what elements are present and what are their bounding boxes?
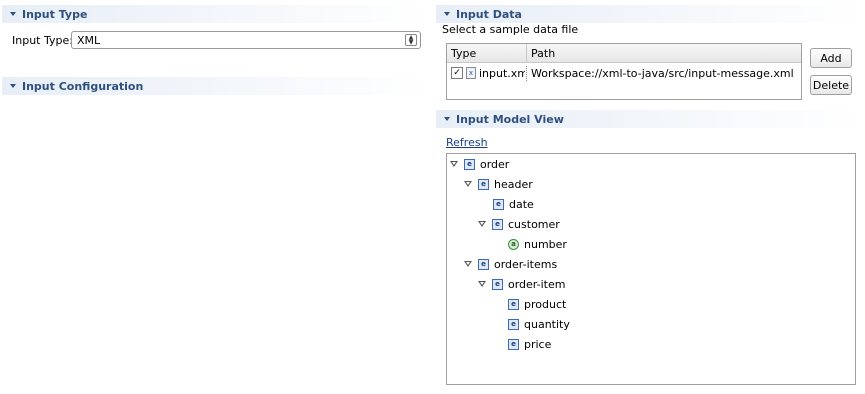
row-type-cell: input.xml [479, 67, 525, 80]
element-icon: e [492, 218, 503, 230]
input-type-label: Input Type: [12, 34, 73, 47]
element-icon: e [464, 158, 475, 170]
row-path-cell: Workspace://xml-to-java/src/input-messag… [531, 67, 794, 80]
xml-file-icon: x [466, 67, 476, 79]
table-row[interactable]: ✓ x input.xml Workspace://xml-to-java/sr… [447, 66, 801, 82]
input-configuration-title: Input Configuration [22, 79, 144, 93]
expand-toggle-icon[interactable] [450, 161, 458, 167]
collapse-twisty-icon[interactable] [10, 84, 16, 88]
input-data-header[interactable]: Input Data [436, 5, 864, 23]
tree-node-label: customer [508, 217, 560, 231]
tree-node-header[interactable]: e header [464, 176, 533, 192]
delete-button[interactable]: Delete [810, 75, 852, 95]
tree-node-number[interactable]: a number [508, 236, 567, 252]
tree-node-price[interactable]: e price [508, 336, 551, 352]
column-divider[interactable] [526, 44, 527, 62]
input-type-header[interactable]: Input Type [2, 5, 430, 23]
tree-node-quantity[interactable]: e quantity [508, 316, 570, 332]
element-icon: e [492, 278, 503, 290]
refresh-link[interactable]: Refresh [446, 136, 488, 149]
combo-arrows-icon: ▲ ▼ [405, 34, 417, 46]
column-header-path[interactable]: Path [531, 47, 555, 60]
element-icon: e [508, 298, 519, 310]
tree-node-label: product [524, 297, 567, 311]
tree-node-order[interactable]: e order [450, 156, 509, 172]
input-data-instruction: Select a sample data file [442, 23, 579, 36]
input-model-view-title: Input Model View [456, 112, 564, 126]
tree-node-label: order [480, 157, 510, 171]
input-configuration-header[interactable]: Input Configuration [2, 77, 430, 95]
table-header: Type Path [447, 44, 801, 63]
model-tree[interactable]: e order e header e date e customer a num… [446, 153, 856, 385]
input-type-select[interactable]: XML ▲ ▼ [71, 31, 421, 49]
tree-node-label: order-item [508, 277, 566, 291]
input-model-view-header[interactable]: Input Model View [436, 110, 864, 128]
element-icon: e [508, 318, 519, 330]
tree-node-label: header [494, 177, 533, 191]
sample-data-table[interactable]: Type Path ✓ x input.xml Workspace://xml-… [446, 43, 802, 100]
tree-node-label: date [509, 197, 534, 211]
tree-node-date[interactable]: e date [493, 196, 534, 212]
element-icon: e [478, 178, 489, 190]
input-type-value: XML [77, 33, 101, 47]
tree-node-customer[interactable]: e customer [478, 216, 560, 232]
expand-toggle-icon[interactable] [478, 221, 486, 227]
tree-node-label: price [524, 337, 552, 351]
cell-divider [526, 66, 528, 81]
expand-toggle-icon[interactable] [478, 281, 486, 287]
expand-toggle-icon[interactable] [464, 181, 472, 187]
tree-node-product[interactable]: e product [508, 296, 566, 312]
collapse-twisty-icon[interactable] [10, 12, 16, 16]
input-data-title: Input Data [456, 7, 522, 21]
expand-toggle-icon[interactable] [464, 261, 472, 267]
collapse-twisty-icon[interactable] [444, 12, 450, 16]
element-icon: e [493, 198, 504, 210]
tree-node-label: order-items [494, 257, 558, 271]
column-header-type[interactable]: Type [451, 47, 476, 60]
element-icon: e [478, 258, 489, 270]
input-type-title: Input Type [22, 7, 88, 21]
tree-node-label: quantity [524, 317, 570, 331]
tree-node-order-items[interactable]: e order-items [464, 256, 557, 272]
collapse-twisty-icon[interactable] [444, 117, 450, 121]
add-button[interactable]: Add [810, 48, 852, 68]
attribute-icon: a [508, 238, 519, 250]
row-checkbox[interactable]: ✓ [451, 67, 463, 79]
tree-node-label: number [524, 237, 567, 251]
element-icon: e [508, 338, 519, 350]
tree-node-order-item[interactable]: e order-item [478, 276, 565, 292]
